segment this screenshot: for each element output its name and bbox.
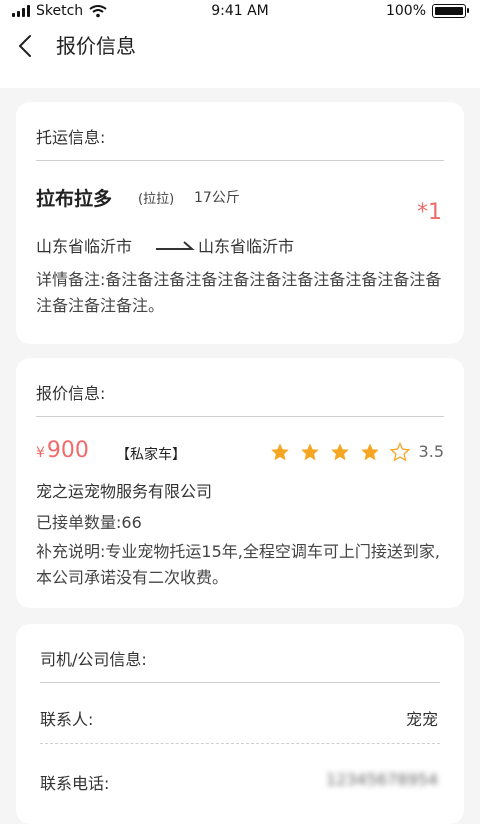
- star-filled-icon: [301, 443, 319, 461]
- star-filled-icon: [271, 443, 289, 461]
- pet-breed-tag: (拉拉): [138, 192, 175, 207]
- chevron-left-icon[interactable]: [12, 32, 40, 60]
- nav-bar: 报价信息: [0, 22, 480, 88]
- page-title: 报价信息: [56, 34, 136, 58]
- order-count: 已接单数量:66: [36, 513, 142, 532]
- quote-section-title: 报价信息:: [36, 384, 106, 403]
- contact-person-label: 联系人:: [40, 710, 94, 729]
- status-right: 100%: [385, 3, 469, 19]
- pet-name: 拉布拉多: [36, 188, 113, 210]
- price-currency: ¥: [36, 445, 45, 461]
- contact-person-value: 宠宠: [405, 710, 438, 729]
- contact-section-title: 司机/公司信息:: [40, 650, 147, 669]
- star-filled-icon: [331, 443, 349, 461]
- pet-count: *1: [417, 200, 442, 225]
- price-amount: 900: [46, 438, 89, 463]
- battery-icon: [432, 4, 469, 18]
- star-filled-icon: [361, 443, 379, 461]
- contact-dashed-divider: [40, 743, 440, 744]
- star-outline-icon: [390, 442, 410, 462]
- pet-weight: 17公斤: [194, 190, 240, 206]
- route-to: 山东省临沂市: [198, 237, 295, 256]
- shipping-divider: [36, 160, 444, 161]
- rating-value: 3.5: [418, 442, 444, 461]
- vehicle-tag: 【私家车】: [116, 447, 186, 463]
- contact-divider: [40, 682, 440, 683]
- right-arrow-icon: [156, 241, 195, 250]
- status-bar: Sketch 9:41 AM 100%: [0, 0, 480, 22]
- shipping-info-card: 托运信息: 拉布拉多 (拉拉) 17公斤 *1 山东省临沂市 山东省临沂市 详情…: [16, 102, 464, 344]
- quote-info-card: 报价信息: ¥ 900 【私家车】 3.5 宠之运宠物服务有限公司 已接单数量:…: [16, 358, 464, 608]
- shipping-note: 详情备注:备注备注备注备注备注备注备注备注备注备注备注备注备注备注。: [36, 270, 442, 315]
- rating-stars: [270, 442, 410, 462]
- battery-percent: 100%: [385, 3, 426, 19]
- phone-label: 联系电话:: [40, 774, 110, 793]
- route-from: 山东省临沂市: [36, 237, 133, 256]
- quote-price: ¥ 900: [36, 438, 89, 463]
- phone-value[interactable]: 12345678954: [326, 770, 438, 789]
- battery-fill: [435, 7, 463, 15]
- contact-info-card: 司机/公司信息: 联系人: 宠宠 联系电话: 12345678954: [16, 624, 464, 824]
- company-name: 宠之运宠物服务有限公司: [36, 482, 213, 501]
- extra-note: 补充说明:专业宠物托运15年,全程空调车可上门接送到家,本公司承诺没有二次收费。: [36, 542, 440, 587]
- quote-divider: [36, 416, 444, 417]
- shipping-section-title: 托运信息:: [36, 128, 106, 147]
